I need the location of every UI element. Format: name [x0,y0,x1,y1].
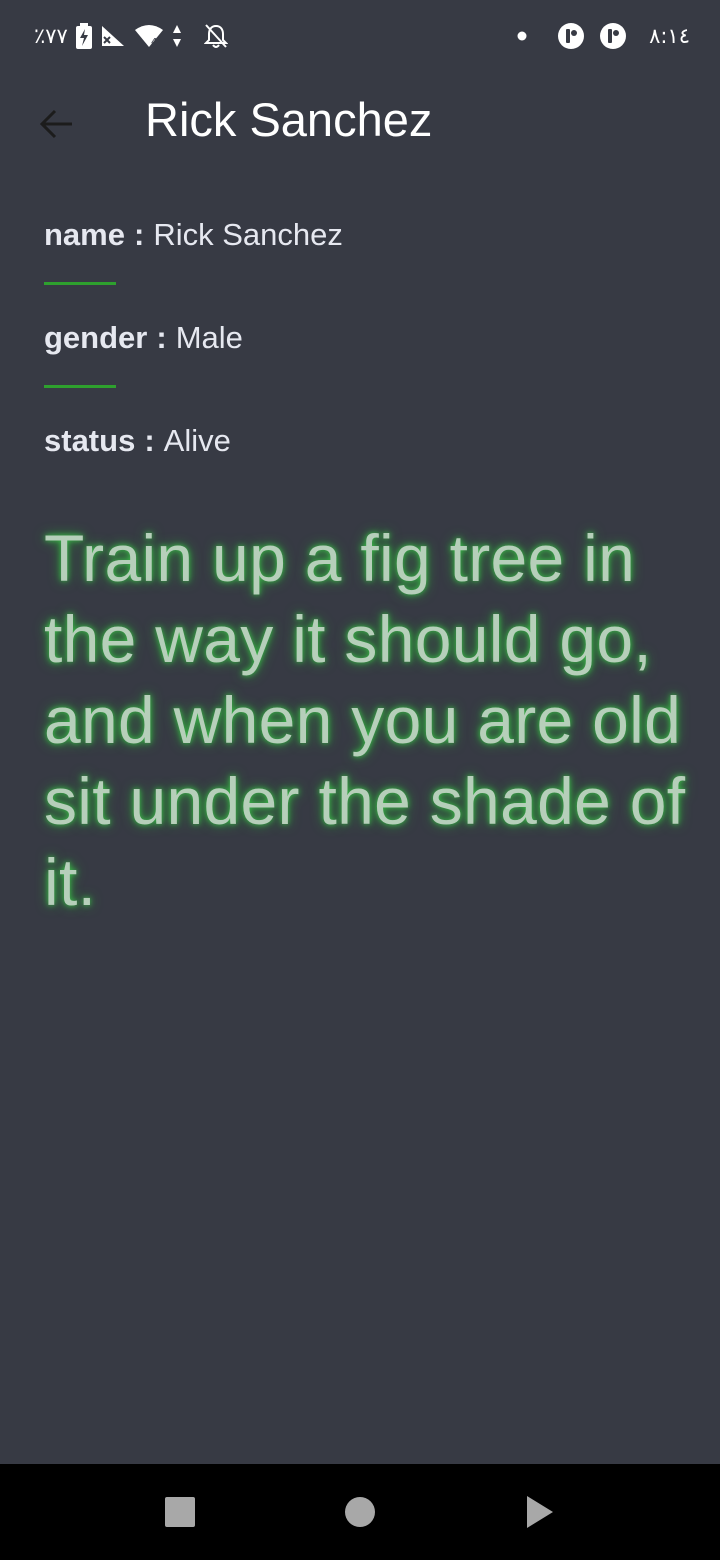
clock: ٨:١٤ [649,24,690,48]
dot-icon [517,31,527,41]
gender-row: gender : Male [44,311,684,365]
back-button[interactable] [24,96,88,152]
svg-text:4: 4 [151,37,157,48]
no-signal-icon [100,24,126,48]
wifi-icon: 4 [134,24,164,48]
quote-text: Train up a fig tree in the way it should… [44,521,686,919]
system-nav-bar [0,1464,720,1560]
notifications-off-icon [203,23,228,49]
page-title: Rick Sanchez [145,93,433,146]
battery-percent: ٪٧٧ [34,24,68,48]
divider [44,282,116,285]
status-label: status [44,423,136,458]
gender-value: Male [175,320,243,355]
status-separator: : [144,423,155,458]
divider [44,385,116,388]
home-button[interactable] [340,1492,380,1532]
status-row: status : Alive [44,414,684,468]
recents-button[interactable] [160,1492,200,1532]
name-separator: : [133,217,145,252]
status-bar: ٪٧٧ 4 ٨:١٤ [0,0,720,72]
character-details: name : Rick Sanchez gender : Male status… [44,208,684,468]
app-notification-icon [599,22,627,50]
status-left-group: ٪٧٧ 4 [34,20,228,52]
name-row: name : Rick Sanchez [44,208,684,262]
name-label: name [44,217,125,252]
home-circle-icon [345,1497,375,1527]
back-triangle-icon [525,1496,555,1528]
data-arrows-icon [172,24,182,48]
status-value: Alive [163,423,231,458]
character-detail-screen: ٪٧٧ 4 ٨:١٤ Rick Sanchez name: Rick Sanc… [0,0,720,1560]
name-value: Rick Sanchez [153,217,343,252]
gender-label: gender [44,320,148,355]
gender-separator: : [156,320,167,355]
arrow-left-icon [38,108,74,140]
recents-square-icon [165,1497,195,1527]
status-right-group: ٨:١٤ [517,20,690,52]
battery-charging-icon [75,23,92,49]
app-notification-icon [557,22,585,50]
back-nav-button[interactable] [520,1492,560,1532]
app-bar: Rick Sanchez [0,72,720,168]
